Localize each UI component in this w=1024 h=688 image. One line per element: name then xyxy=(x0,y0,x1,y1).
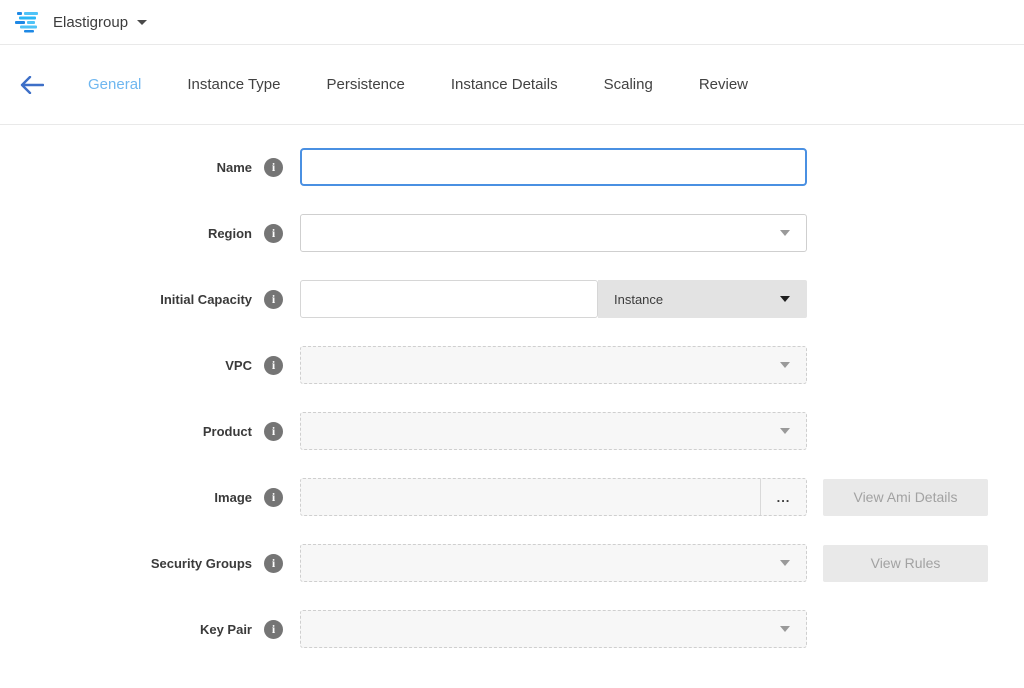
chevron-down-icon xyxy=(780,296,790,302)
chevron-down-icon xyxy=(780,428,790,434)
form-row-image: Image i ... View Ami Details xyxy=(0,478,1024,516)
tab-instance-details[interactable]: Instance Details xyxy=(451,76,558,93)
security-groups-select xyxy=(300,544,807,582)
tab-list: General Instance Type Persistence Instan… xyxy=(88,76,748,93)
app-title: Elastigroup xyxy=(53,14,128,31)
info-icon[interactable]: i xyxy=(264,356,283,375)
form-row-name: Name i xyxy=(0,148,1024,186)
product-select xyxy=(300,412,807,450)
info-icon[interactable]: i xyxy=(264,554,283,573)
ellipsis-icon: ... xyxy=(777,490,791,505)
key-pair-select xyxy=(300,610,807,648)
back-button[interactable] xyxy=(20,76,60,94)
tab-review[interactable]: Review xyxy=(699,76,748,93)
info-icon[interactable]: i xyxy=(264,158,283,177)
vpc-select xyxy=(300,346,807,384)
tab-scaling[interactable]: Scaling xyxy=(604,76,653,93)
name-input[interactable] xyxy=(300,148,807,186)
key-pair-label: Key Pair xyxy=(0,622,252,637)
form-row-product: Product i xyxy=(0,412,1024,450)
image-label: Image xyxy=(0,490,252,505)
view-rules-button[interactable]: View Rules xyxy=(823,545,988,582)
info-icon[interactable]: i xyxy=(264,488,283,507)
chevron-down-icon[interactable] xyxy=(137,20,147,25)
info-icon[interactable]: i xyxy=(264,620,283,639)
initial-capacity-input[interactable] xyxy=(300,280,598,318)
capacity-unit-select[interactable]: Instance xyxy=(598,280,807,318)
tab-instance-type[interactable]: Instance Type xyxy=(187,76,280,93)
info-icon[interactable]: i xyxy=(264,422,283,441)
form-row-initial-capacity: Initial Capacity i Instance xyxy=(0,280,1024,318)
elastigroup-logo-icon xyxy=(15,11,42,33)
region-select[interactable] xyxy=(300,214,807,252)
chevron-down-icon xyxy=(780,626,790,632)
security-groups-label: Security Groups xyxy=(0,556,252,571)
name-label: Name xyxy=(0,160,252,175)
tab-general[interactable]: General xyxy=(88,76,141,93)
image-input: ... xyxy=(300,478,807,516)
view-ami-details-button[interactable]: View Ami Details xyxy=(823,479,988,516)
form-row-key-pair: Key Pair i xyxy=(0,610,1024,648)
chevron-down-icon xyxy=(780,230,790,236)
general-settings-form: Name i Region i Initial Capacity i Insta… xyxy=(0,125,1024,648)
form-row-security-groups: Security Groups i View Rules xyxy=(0,544,1024,582)
chevron-down-icon xyxy=(780,560,790,566)
info-icon[interactable]: i xyxy=(264,224,283,243)
top-bar: Elastigroup xyxy=(0,0,1024,45)
tab-persistence[interactable]: Persistence xyxy=(327,76,405,93)
region-label: Region xyxy=(0,226,252,241)
wizard-tab-bar: General Instance Type Persistence Instan… xyxy=(0,45,1024,125)
initial-capacity-label: Initial Capacity xyxy=(0,292,252,307)
chevron-down-icon xyxy=(780,362,790,368)
vpc-label: VPC xyxy=(0,358,252,373)
form-row-vpc: VPC i xyxy=(0,346,1024,384)
capacity-unit-value: Instance xyxy=(614,292,663,307)
form-row-region: Region i xyxy=(0,214,1024,252)
image-browse-button[interactable]: ... xyxy=(760,479,806,515)
back-arrow-icon xyxy=(20,76,44,94)
info-icon[interactable]: i xyxy=(264,290,283,309)
product-label: Product xyxy=(0,424,252,439)
